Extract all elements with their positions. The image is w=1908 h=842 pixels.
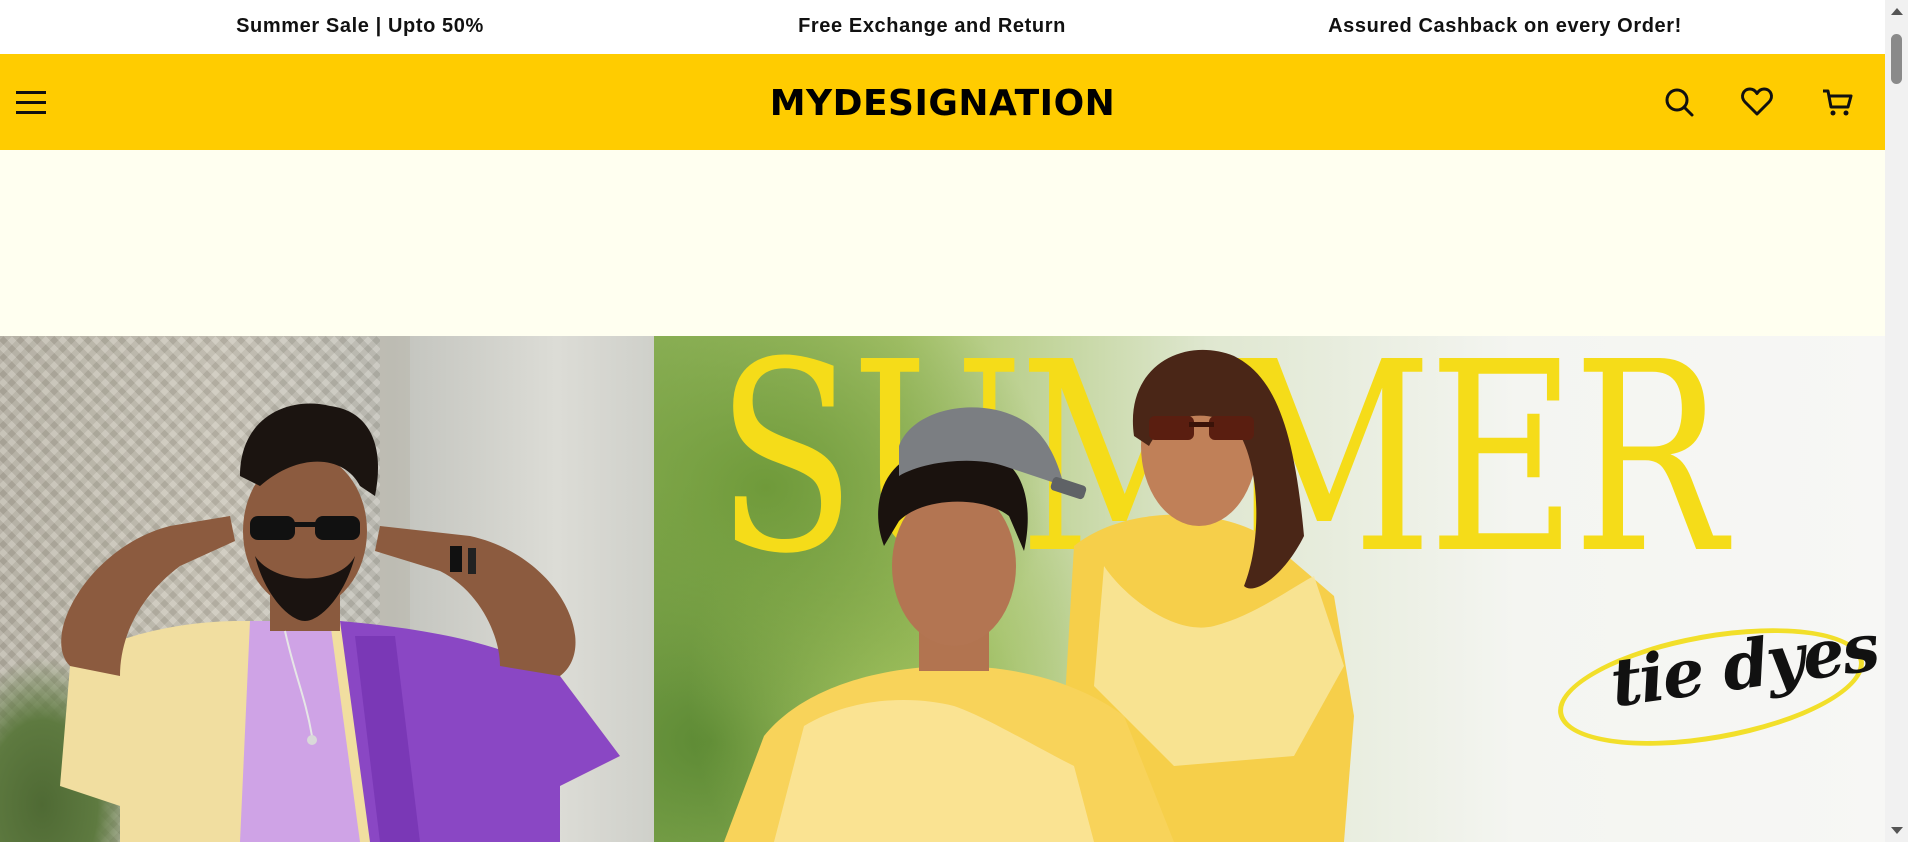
cart-icon: [1823, 89, 1853, 116]
site-logo[interactable]: MYDESIGNATION: [770, 83, 1116, 124]
page-viewport: Summer Sale | Upto 50% Free Exchange and…: [0, 0, 1885, 842]
announcement-sale: Summer Sale | Upto 50%: [236, 15, 484, 37]
menu-icon: [16, 91, 46, 114]
cart-button[interactable]: [1820, 85, 1854, 119]
site-header: MYDESIGNATION: [0, 54, 1885, 150]
heart-icon: [1741, 87, 1773, 116]
hero-left-image: [0, 336, 654, 842]
announcement-bar: Summer Sale | Upto 50% Free Exchange and…: [0, 0, 1885, 54]
hero-right-image: SUMMER tie dyes: [654, 336, 1885, 842]
hero-banner[interactable]: SUMMER tie dyes: [0, 336, 1885, 842]
promo-strip: [0, 150, 1885, 336]
page-scrollbar[interactable]: [1885, 0, 1908, 842]
menu-button[interactable]: [14, 84, 50, 120]
search-button[interactable]: [1662, 85, 1696, 119]
scroll-down-arrow-icon[interactable]: [1891, 827, 1903, 834]
man-figure: [60, 403, 620, 842]
announcement-cashback: Assured Cashback on every Order!: [1328, 15, 1682, 37]
scroll-up-arrow-icon[interactable]: [1891, 8, 1903, 15]
scrollbar-thumb[interactable]: [1891, 34, 1902, 84]
wishlist-button[interactable]: [1740, 85, 1774, 119]
couple-figures: [724, 349, 1354, 842]
search-icon: [1665, 88, 1694, 117]
announcement-exchange: Free Exchange and Return: [798, 15, 1066, 37]
